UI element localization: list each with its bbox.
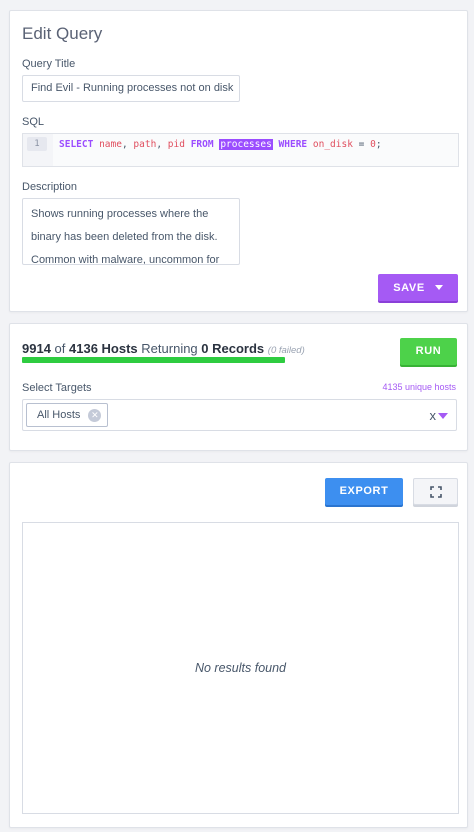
description-textarea[interactable]: Shows running processes where the binary… (22, 198, 240, 265)
hosts-responded: 9914 (22, 341, 51, 356)
target-select[interactable]: All Hosts ✕ x (22, 399, 457, 431)
query-status: 9914 of 4136 Hosts Returning 0 Records (… (22, 341, 305, 356)
status-returning-text: Returning (141, 341, 198, 356)
sql-keyword-from: FROM (190, 139, 214, 150)
sql-gutter: 1 (23, 134, 53, 166)
no-results-message: No results found (194, 661, 287, 675)
select-targets-label: Select Targets (22, 382, 92, 394)
hosts-total: 4136 Hosts (69, 341, 138, 356)
save-button[interactable]: SAVE (378, 274, 458, 301)
sql-column-path: path (133, 139, 157, 150)
query-progress-fill (22, 357, 285, 363)
caret-down-icon[interactable] (438, 413, 448, 419)
sql-semicolon: ; (375, 139, 382, 150)
query-title-label: Query Title (22, 58, 76, 70)
caret-down-icon (434, 285, 443, 290)
sql-keyword-select: SELECT (59, 139, 94, 150)
failed-count: (0 failed) (267, 345, 305, 356)
sql-column-on-disk: on_disk (312, 139, 353, 150)
query-title-input[interactable]: Find Evil - Running processes not on dis… (22, 75, 240, 102)
status-of-text: of (54, 341, 66, 356)
unique-hosts-count: 4135 unique hosts (382, 382, 456, 392)
target-chip-label: All Hosts (37, 409, 81, 421)
sql-editor[interactable]: 1 SELECT name, path, pid FROM processes … (22, 133, 459, 167)
description-label: Description (22, 181, 78, 193)
fullscreen-button[interactable] (413, 478, 458, 505)
fullscreen-icon (430, 486, 442, 498)
save-button-label: SAVE (393, 281, 425, 294)
clear-icon[interactable]: x (430, 408, 437, 423)
records-count: 0 Records (201, 341, 265, 356)
export-button[interactable]: EXPORT (325, 478, 403, 505)
sql-operator: = (358, 139, 365, 150)
query-results-panel: EXPORT No results found (9, 462, 468, 828)
sql-column-name: name (99, 139, 122, 150)
sql-code-line[interactable]: SELECT name, path, pid FROM processes WH… (59, 138, 382, 152)
query-progress-bar (22, 357, 285, 363)
sql-label: SQL (22, 116, 45, 128)
results-table-area: No results found (22, 522, 459, 814)
page-title: Edit Query (22, 24, 103, 43)
sql-keyword-where: WHERE (278, 139, 308, 150)
run-button[interactable]: RUN (400, 338, 457, 365)
sql-table-processes: processes (219, 139, 273, 150)
close-circle-icon[interactable]: ✕ (88, 408, 102, 422)
query-targets-panel: 9914 of 4136 Hosts Returning 0 Records (… (9, 323, 468, 451)
line-number: 1 (27, 137, 47, 151)
target-chip-all-hosts[interactable]: All Hosts ✕ (26, 403, 109, 427)
sql-column-pid: pid (167, 139, 185, 150)
edit-query-panel: Edit Query Query Title Find Evil - Runni… (9, 10, 468, 312)
